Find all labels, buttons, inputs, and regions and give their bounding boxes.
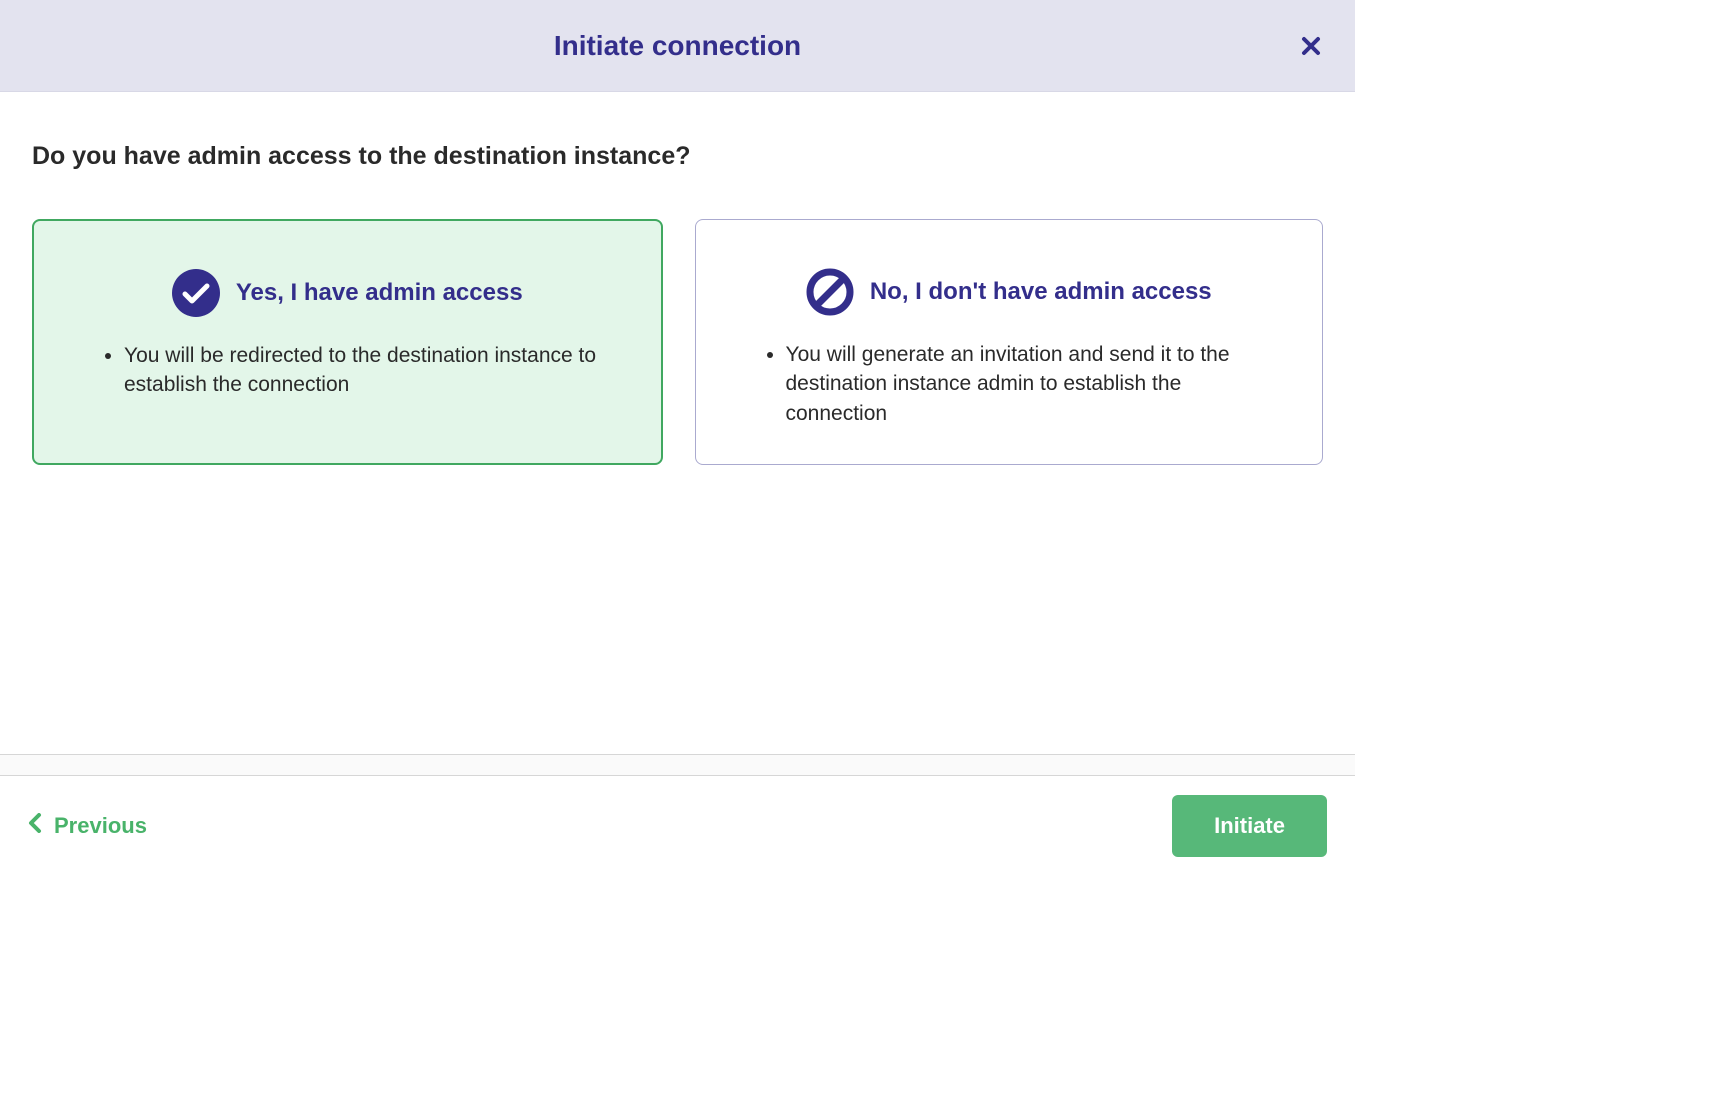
option-yes-bullet: You will be redirected to the destinatio…	[124, 341, 621, 400]
option-yes-card[interactable]: Yes, I have admin access You will be red…	[32, 219, 663, 465]
close-button[interactable]	[1295, 30, 1327, 62]
dialog-content: Do you have admin access to the destinat…	[0, 92, 1355, 754]
check-circle-icon	[172, 269, 220, 317]
ban-icon	[806, 268, 854, 316]
initiate-button[interactable]: Initiate	[1172, 795, 1327, 857]
previous-label: Previous	[54, 813, 147, 839]
option-yes-list: You will be redirected to the destinatio…	[74, 341, 621, 400]
option-no-title: No, I don't have admin access	[870, 278, 1212, 306]
option-yes-header: Yes, I have admin access	[74, 269, 621, 317]
previous-button[interactable]: Previous	[28, 813, 147, 839]
option-no-list: You will generate an invitation and send…	[736, 340, 1283, 428]
question-heading: Do you have admin access to the destinat…	[32, 142, 1323, 171]
option-no-header: No, I don't have admin access	[736, 268, 1283, 316]
options-container: Yes, I have admin access You will be red…	[32, 219, 1323, 465]
option-no-bullet: You will generate an invitation and send…	[786, 340, 1283, 428]
divider	[0, 754, 1355, 776]
dialog-title: Initiate connection	[554, 30, 801, 62]
dialog-footer: Previous Initiate	[0, 776, 1355, 876]
dialog-header: Initiate connection	[0, 0, 1355, 92]
close-icon	[1301, 36, 1321, 56]
option-yes-title: Yes, I have admin access	[236, 279, 523, 307]
option-no-card[interactable]: No, I don't have admin access You will g…	[695, 219, 1324, 465]
chevron-left-icon	[28, 813, 42, 839]
